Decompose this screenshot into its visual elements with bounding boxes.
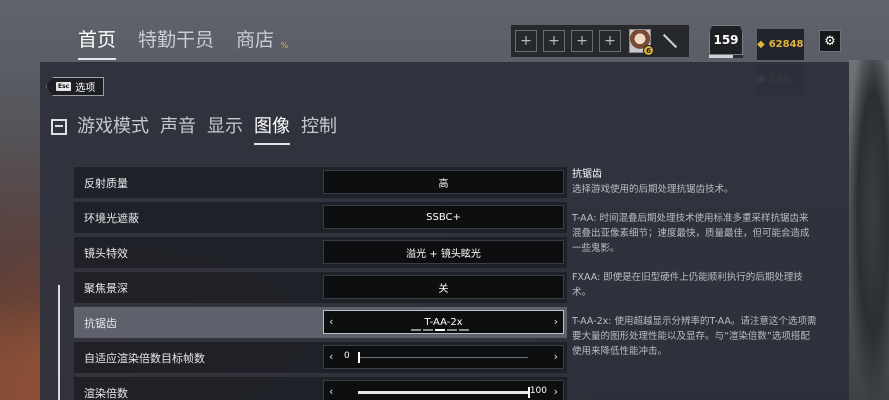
nav-shop[interactable]: 商店 %: [236, 26, 288, 54]
setting-slider[interactable]: ‹ 0 ›: [323, 345, 564, 369]
back-button[interactable]: Esc 选项: [46, 77, 104, 96]
nav-operators[interactable]: 特勤干员: [138, 26, 214, 54]
setting-value[interactable]: 关: [323, 275, 564, 299]
tab-controls[interactable]: 控制: [301, 114, 337, 140]
option-dot: [411, 329, 421, 331]
invite-slot-1[interactable]: +: [515, 30, 537, 52]
tab-graphics[interactable]: 图像: [254, 114, 290, 145]
option-dot: [435, 329, 445, 331]
slider-fill: [358, 391, 528, 394]
setting-label: 抗锯齿: [84, 316, 117, 330]
invite-slot-2[interactable]: +: [543, 30, 565, 52]
avatar-rank-badge: 6: [643, 45, 654, 56]
renown-icon: ◆: [757, 38, 765, 50]
description-title: 抗锯齿: [572, 169, 602, 180]
setting-adaptive-fps-target[interactable]: 自适应渲染倍数目标帧数 ‹ 0 ›: [74, 342, 567, 373]
setting-selector[interactable]: ‹ T-AA-2x ›: [323, 310, 564, 334]
description-taa: T-AA: 时间混叠后期处理技术使用标准多重采样抗锯齿来混叠出亚像素细节；速度最…: [572, 213, 810, 254]
setting-render-scaling[interactable]: 渲染倍数 ‹ 100 ›: [74, 377, 567, 400]
description-taa2x: T-AA-2x: 使用超越显示分辨率的T-AA。请注意这个选项需要大量的图形处理…: [572, 316, 817, 357]
shop-discount-badge: %: [280, 41, 289, 50]
squad-bar: + + + + 6: [510, 24, 690, 58]
slider-thumb[interactable]: [358, 352, 360, 363]
tab-game-mode[interactable]: 游戏模式: [77, 114, 149, 140]
edit-icon[interactable]: [659, 30, 681, 52]
setting-label: 环境光遮蔽: [84, 211, 139, 225]
setting-value: T-AA-2x: [424, 316, 463, 328]
chevron-left-icon[interactable]: ‹: [329, 315, 333, 328]
chevron-right-icon[interactable]: ›: [554, 385, 558, 398]
setting-slider[interactable]: ‹ 100 ›: [323, 380, 564, 400]
setting-anti-aliasing[interactable]: 抗锯齿 ‹ T-AA-2x ›: [74, 307, 567, 338]
setting-ambient-occlusion[interactable]: 环境光遮蔽 SSBC+: [74, 202, 567, 233]
setting-label: 聚焦景深: [84, 281, 128, 295]
setting-depth-of-field[interactable]: 聚焦景深 关: [74, 272, 567, 303]
main-nav: 首页 特勤干员 商店 %: [78, 26, 296, 60]
chevron-left-icon[interactable]: ‹: [329, 350, 333, 363]
renown-amount: 62848: [768, 38, 804, 50]
slider-track[interactable]: [358, 357, 528, 358]
option-indicator: [411, 329, 469, 331]
tab-display[interactable]: 显示: [207, 114, 243, 140]
settings-list: 反射质量 高 环境光遮蔽 SSBC+ 镜头特效 溢光 + 镜头眩光 聚焦景深 关…: [74, 167, 567, 400]
background-right: [849, 60, 889, 400]
setting-label: 反射质量: [84, 176, 128, 190]
slider-value: 0: [344, 351, 350, 361]
setting-reflection-quality[interactable]: 反射质量 高: [74, 167, 567, 198]
chevron-right-icon[interactable]: ›: [554, 315, 558, 328]
setting-value[interactable]: SSBC+: [323, 205, 564, 229]
setting-lens-effects[interactable]: 镜头特效 溢光 + 镜头眩光: [74, 237, 567, 268]
option-dot: [447, 329, 457, 331]
nav-shop-label: 商店: [236, 29, 275, 51]
description-intro: 选择游戏使用的后期处理抗锯齿技术。: [572, 184, 734, 195]
tab-audio[interactable]: 声音: [160, 114, 196, 140]
player-avatar[interactable]: 6: [629, 29, 654, 56]
setting-description: 抗锯齿 选择游戏使用的后期处理抗锯齿技术。 T-AA: 时间混叠后期处理技术使用…: [572, 167, 817, 373]
back-label: 选项: [75, 83, 96, 94]
options-menu-icon: [51, 119, 67, 135]
setting-label: 自适应渲染倍数目标帧数: [84, 351, 205, 365]
description-fxaa: FXAA: 即使是在旧型硬件上仍能顺利执行的后期处理技术。: [572, 272, 803, 298]
options-tabs: 游戏模式 声音 显示 图像 控制: [51, 114, 348, 145]
player-level-badge: 159: [709, 25, 743, 55]
coin-row: ◆ 62848: [757, 29, 804, 60]
chevron-left-icon[interactable]: ‹: [329, 385, 333, 398]
level-progress-bar: [709, 55, 743, 58]
setting-label: 镜头特效: [84, 246, 128, 260]
esc-key-icon: Esc: [56, 82, 72, 91]
nav-home[interactable]: 首页: [78, 26, 117, 60]
chevron-right-icon[interactable]: ›: [554, 350, 558, 363]
invite-slot-4[interactable]: +: [599, 30, 621, 52]
settings-gear-icon[interactable]: ⚙: [819, 30, 841, 52]
setting-value[interactable]: 溢光 + 镜头眩光: [323, 240, 564, 264]
background-left: [0, 60, 40, 400]
level-progress-fill: [709, 55, 733, 58]
slider-value: 100: [529, 386, 547, 396]
option-dot: [459, 329, 469, 331]
setting-label: 渲染倍数: [84, 386, 128, 400]
invite-slot-3[interactable]: +: [571, 30, 593, 52]
option-dot: [423, 329, 433, 331]
setting-value[interactable]: 高: [323, 170, 564, 194]
settings-scrollbar[interactable]: [58, 285, 60, 400]
